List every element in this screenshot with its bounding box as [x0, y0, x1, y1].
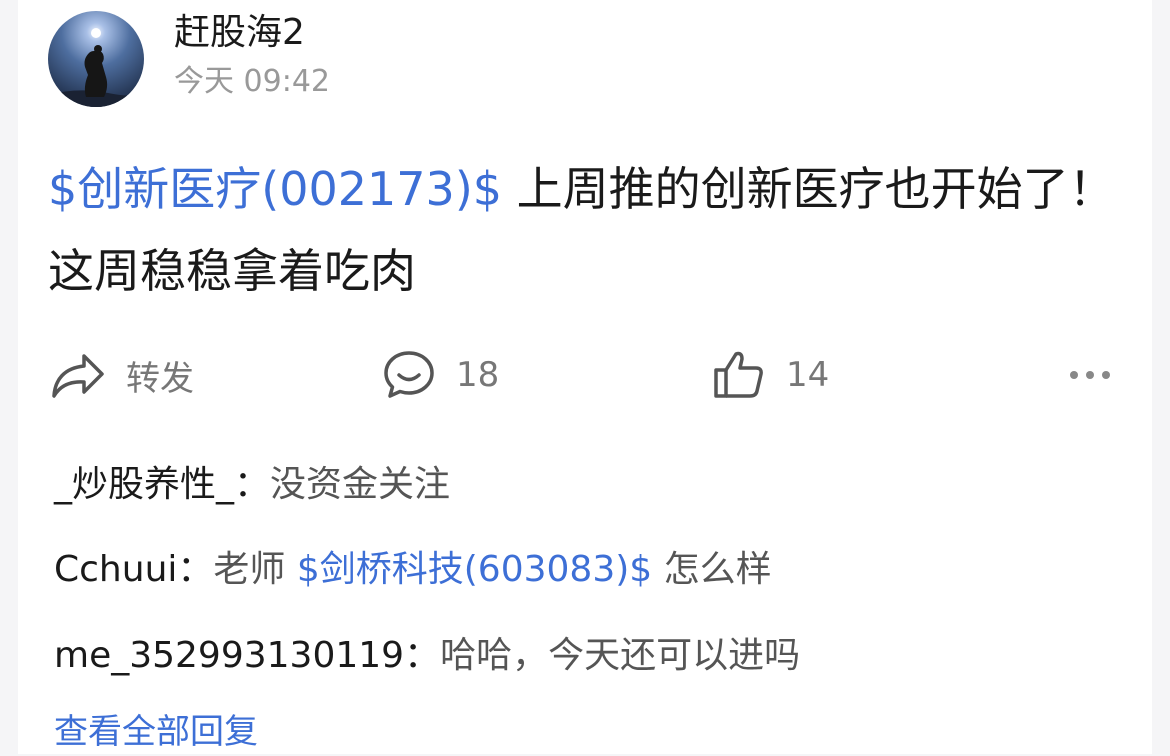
comment-separator: ： [177, 549, 214, 590]
author-name[interactable]: 赶股海2 [174, 12, 305, 54]
stock-tag-link[interactable]: $创新医疗(002173)$ [48, 162, 502, 216]
post-card: 赶股海2 今天 09:42 $创新医疗(002173)$ 上周推的创新医疗也开始… [18, 0, 1152, 754]
comment-text: 哈哈，今天还可以进吗 [440, 635, 801, 676]
thumbs-up-icon [714, 351, 763, 398]
comment-text-after: 怎么样 [652, 549, 772, 590]
post-content: $创新医疗(002173)$ 上周推的创新医疗也开始了！这周稳稳拿着吃肉 [48, 148, 1128, 312]
commenter-name[interactable]: Cchuui [54, 549, 177, 590]
avatar[interactable] [48, 11, 144, 107]
comment-text: 老师 [213, 549, 297, 590]
post-time: 今天 09:42 [174, 64, 330, 99]
comment-item: _炒股养性_：没资金关注 [54, 460, 1144, 510]
more-dots-icon [1070, 371, 1110, 379]
comment-button[interactable]: 18 [382, 346, 499, 404]
comment-item: Cchuui：老师 $剑桥科技(603083)$ 怎么样 [54, 545, 1144, 595]
like-button[interactable]: 14 [712, 346, 829, 404]
avatar-image [48, 11, 144, 107]
commenter-name[interactable]: _炒股养性_ [54, 464, 234, 505]
share-arrow-icon [52, 354, 104, 398]
comment-separator: ： [404, 635, 441, 676]
commenter-name[interactable]: me_352993130119 [54, 635, 404, 676]
comment-item: me_352993130119：哈哈，今天还可以进吗 [54, 631, 1144, 681]
repost-label: 转发 [126, 358, 194, 399]
comment-separator: ： [234, 464, 271, 505]
comment-stock-link[interactable]: $剑桥科技(603083)$ [297, 549, 652, 590]
view-all-replies-link[interactable]: 查看全部回复 [54, 708, 258, 756]
like-count: 14 [786, 355, 830, 395]
comment-bubble-icon [384, 351, 434, 398]
repost-button[interactable]: 转发 [50, 346, 194, 404]
comment-count: 18 [456, 355, 500, 395]
comment-text: 没资金关注 [270, 464, 451, 505]
more-options-button[interactable] [1066, 360, 1116, 390]
